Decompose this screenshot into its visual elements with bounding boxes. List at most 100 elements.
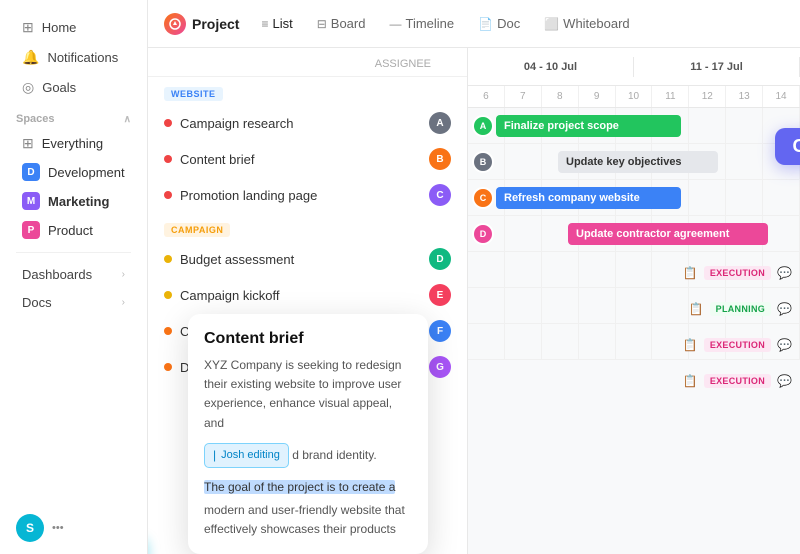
- spaces-section: Spaces ∧: [0, 103, 147, 129]
- project-icon: [164, 13, 186, 35]
- tab-timeline[interactable]: — Timeline: [379, 11, 464, 36]
- task-header: ASSIGNEE: [148, 48, 467, 77]
- project-title: Project: [164, 13, 239, 35]
- assignee-avatar: D: [429, 248, 451, 270]
- gantt-day: 13: [726, 86, 763, 107]
- gantt-day: 12: [689, 86, 726, 107]
- gantt-day: 11: [652, 86, 689, 107]
- highlighted-block: The goal of the project is to create a: [204, 478, 412, 497]
- marketing-icon: M: [22, 192, 40, 210]
- gantt-day: 6: [468, 86, 505, 107]
- bell-icon: 🔔: [22, 49, 39, 66]
- everything-icon: ⊞: [22, 135, 34, 152]
- home-icon: ⊞: [22, 19, 34, 36]
- sidebar-item-development[interactable]: D Development: [6, 158, 141, 186]
- assignee-avatar: A: [429, 112, 451, 134]
- gantt-day: 14: [763, 86, 800, 107]
- gantt-bar-0[interactable]: Finalize project scope: [496, 115, 681, 137]
- task-item[interactable]: Content brief B: [148, 141, 467, 177]
- assignee-avatar: E: [429, 284, 451, 306]
- status-row-6: 📋 EXECUTION 💬: [683, 338, 792, 352]
- cursor-icon: |: [213, 446, 216, 465]
- tab-doc[interactable]: 📄 Doc: [468, 11, 530, 36]
- task-item[interactable]: Promotion landing page C: [148, 177, 467, 213]
- main-content: Project ≡ List ⊟ Board — Timeline 📄 Doc …: [148, 0, 800, 554]
- gantt-tooltip: Gantt: [775, 128, 800, 165]
- gantt-body: A Finalize project scope B Update key ob…: [468, 108, 800, 554]
- sidebar-item-product[interactable]: P Product: [6, 216, 141, 244]
- sidebar: ⊞ Home 🔔 Notifications ◎ Goals Spaces ∧ …: [0, 0, 148, 554]
- gantt-day: 8: [542, 86, 579, 107]
- user-dots: •••: [52, 522, 64, 534]
- status-badge: EXECUTION: [704, 338, 771, 352]
- task-dot: [164, 291, 172, 299]
- divider: [16, 252, 131, 253]
- docs-card: Content brief XYZ Company is seeking to …: [188, 314, 428, 554]
- development-icon: D: [22, 163, 40, 181]
- gantt-day: 7: [505, 86, 542, 107]
- topbar: Project ≡ List ⊟ Board — Timeline 📄 Doc …: [148, 0, 800, 48]
- gantt-bar-3[interactable]: Update contractor agreement: [568, 223, 768, 245]
- status-row-7: 📋 EXECUTION 💬: [683, 374, 792, 388]
- list-icon: ≡: [261, 17, 268, 31]
- task-dot: [164, 255, 172, 263]
- timeline-icon: —: [389, 17, 401, 31]
- editing-badge: | Josh editing: [204, 443, 289, 468]
- task-item[interactable]: Campaign research A: [148, 105, 467, 141]
- sidebar-item-home[interactable]: ⊞ Home: [6, 13, 141, 42]
- tab-board[interactable]: ⊟ Board: [307, 11, 376, 36]
- sidebar-item-everything[interactable]: ⊞ Everything: [6, 130, 141, 157]
- gantt-bar-2[interactable]: Refresh company website: [496, 187, 681, 209]
- gantt-avatar-1: B: [472, 151, 494, 173]
- task-item[interactable]: Campaign kickoff E: [148, 277, 467, 313]
- docs-card-body: XYZ Company is seeking to redesign their…: [204, 356, 412, 540]
- user-avatar: S: [16, 514, 44, 542]
- sidebar-item-notifications[interactable]: 🔔 Notifications: [6, 43, 141, 72]
- gantt-day: 9: [579, 86, 616, 107]
- gantt-avatar-2: C: [472, 187, 494, 209]
- goals-icon: ◎: [22, 79, 34, 96]
- content-area: ASSIGNEE WEBSITE Campaign research A Con…: [148, 48, 800, 554]
- assignee-avatar: B: [429, 148, 451, 170]
- chevron-right-icon2: ›: [122, 297, 125, 308]
- whiteboard-icon: ⬜: [544, 17, 559, 31]
- sidebar-item-marketing[interactable]: M Marketing: [6, 187, 141, 215]
- editing-row: | Josh editing d brand identity.: [204, 437, 412, 474]
- product-icon: P: [22, 221, 40, 239]
- gantt-panel: 04 - 10 Jul 11 - 17 Jul 6 7 8 9 10 11 12…: [468, 48, 800, 554]
- task-dot: [164, 191, 172, 199]
- gantt-avatar-0: A: [472, 115, 494, 137]
- status-badge: EXECUTION: [704, 374, 771, 388]
- body-end: modern and user-friendly website that ef…: [204, 501, 412, 539]
- status-badge: PLANNING: [710, 302, 771, 316]
- status-row-5: 📋 PLANNING 💬: [689, 302, 792, 316]
- sidebar-item-goals[interactable]: ◎ Goals: [6, 73, 141, 102]
- gantt-week-2: 11 - 17 Jul: [634, 57, 800, 77]
- gantt-bar-1[interactable]: Update key objectives: [558, 151, 718, 173]
- gantt-days: 6 7 8 9 10 11 12 13 14: [468, 86, 800, 108]
- assignee-avatar: G: [429, 356, 451, 378]
- chevron-right-icon: ›: [122, 269, 125, 280]
- tab-list[interactable]: ≡ List: [251, 11, 302, 36]
- chevron-icon: ∧: [124, 114, 131, 125]
- user-profile[interactable]: S •••: [0, 514, 147, 542]
- board-icon: ⊟: [317, 17, 327, 31]
- task-dot: [164, 363, 172, 371]
- sidebar-item-docs[interactable]: Docs ›: [6, 289, 141, 316]
- gantt-day: 10: [616, 86, 653, 107]
- docs-card-title: Content brief: [204, 330, 412, 348]
- group-campaign-label: CAMPAIGN: [164, 223, 230, 237]
- assignee-avatar: C: [429, 184, 451, 206]
- task-dot: [164, 119, 172, 127]
- gantt-week-header: 04 - 10 Jul 11 - 17 Jul: [468, 48, 800, 86]
- assignee-avatar: F: [429, 320, 451, 342]
- doc-icon: 📄: [478, 17, 493, 31]
- status-badge: EXECUTION: [704, 266, 771, 280]
- gantt-avatar-3: D: [472, 223, 494, 245]
- tab-whiteboard[interactable]: ⬜ Whiteboard: [534, 11, 639, 36]
- status-row-4: 📋 EXECUTION 💬: [683, 266, 792, 280]
- task-item[interactable]: Budget assessment D: [148, 241, 467, 277]
- task-dot: [164, 155, 172, 163]
- sidebar-item-dashboards[interactable]: Dashboards ›: [6, 261, 141, 288]
- task-dot: [164, 327, 172, 335]
